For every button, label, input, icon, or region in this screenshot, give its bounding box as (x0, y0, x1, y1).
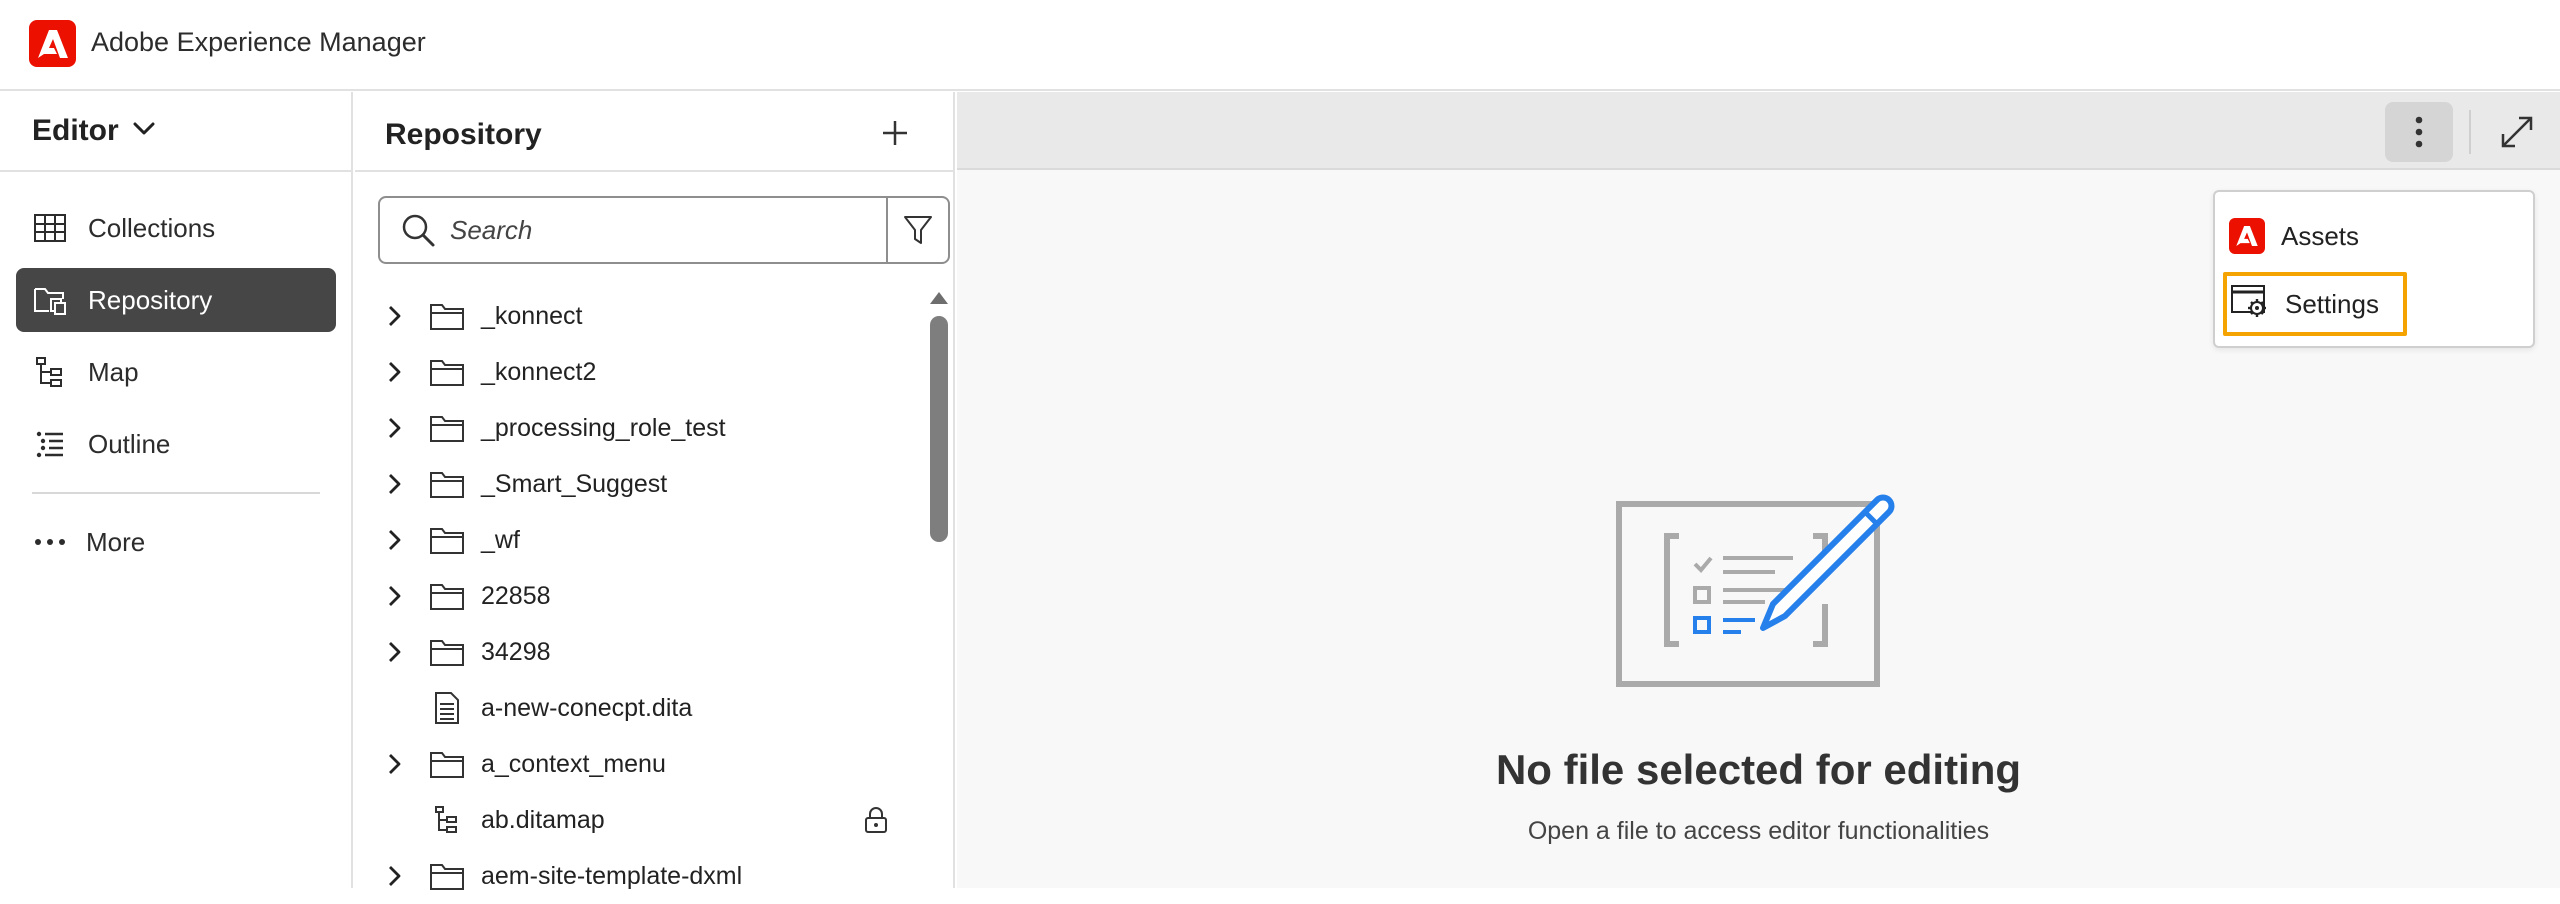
tree-row[interactable]: 22858 (355, 568, 915, 624)
no-file-illustration-icon (1615, 492, 1915, 737)
leftnav-divider (0, 170, 353, 172)
settings-window-icon (2231, 284, 2269, 325)
sidebar-item-repository[interactable]: Repository (16, 268, 336, 332)
tree-item-name: _processing_role_test (481, 413, 726, 442)
sidebar-item-label: Outline (88, 428, 171, 459)
tree-item-name: ab.ditamap (481, 805, 605, 834)
menu-item-label: Settings (2285, 288, 2379, 319)
scrollbar[interactable] (928, 292, 950, 888)
map-tree-icon (32, 354, 68, 390)
left-navigation: Editor Collections Repository Map Outlin… (0, 92, 353, 888)
map-file-icon (429, 803, 465, 837)
tree-item-name: _wf (481, 525, 520, 554)
search-input[interactable] (450, 214, 870, 246)
editor-toolbar (957, 92, 2560, 170)
editor-switcher[interactable]: Editor (32, 114, 155, 148)
repository-icon (32, 282, 68, 318)
folder-icon (429, 299, 465, 333)
chevron-down-icon (133, 122, 155, 141)
folder-icon (429, 467, 465, 501)
tree-row[interactable]: 34298 (355, 624, 915, 680)
tree-item-name: 34298 (481, 637, 551, 666)
sidebar-item-label: Collections (88, 212, 216, 243)
nav-divider (32, 492, 320, 494)
empty-state-title: No file selected for editing (1495, 746, 2022, 793)
tree-row[interactable]: _konnect2 (355, 344, 915, 400)
tree-item-name: _konnect (481, 301, 583, 330)
sidebar-item-label: Repository (88, 284, 213, 315)
empty-state-subtitle: Open a file to access editor functionali… (1527, 817, 1990, 845)
tree-row[interactable]: _processing_role_test (355, 400, 915, 456)
tree-item-name: aem-site-template-dxml (481, 861, 743, 890)
tree-row[interactable]: a_context_menu (355, 736, 915, 792)
folder-icon (429, 635, 465, 669)
repository-divider (355, 170, 955, 172)
chevron-right-icon[interactable] (381, 470, 409, 498)
chevron-right-icon[interactable] (381, 414, 409, 442)
fullscreen-button[interactable] (2487, 102, 2547, 162)
scroll-up-arrow-icon[interactable] (930, 292, 948, 304)
folder-icon (429, 523, 465, 557)
editor-main-area: Assets Settings No file selected for edi… (957, 92, 2560, 888)
more-options-menu: Assets Settings (2213, 190, 2535, 348)
more-options-button[interactable] (2385, 102, 2453, 162)
tree-item-name: a_context_menu (481, 749, 666, 778)
vertical-ellipsis-icon (2415, 116, 2423, 148)
tree-row[interactable]: a-new-conecpt.dita (355, 680, 915, 736)
collections-grid-icon (32, 210, 68, 246)
menu-item-label: Assets (2281, 220, 2360, 251)
chevron-right-icon[interactable] (381, 750, 409, 778)
folder-icon (429, 411, 465, 445)
tree-row[interactable]: _Smart_Suggest (355, 456, 915, 512)
folder-icon (429, 355, 465, 389)
tree-row[interactable]: _wf (355, 512, 915, 568)
sidebar-item-label: More (86, 526, 146, 557)
tree-item-name: _Smart_Suggest (481, 469, 668, 498)
chevron-right-icon[interactable] (381, 582, 409, 610)
sidebar-item-collections[interactable]: Collections (16, 196, 336, 260)
adobe-assets-icon (2229, 218, 2265, 254)
tree-row[interactable]: aem-site-template-dxml (355, 848, 915, 904)
tree-item-name: 22858 (481, 581, 551, 610)
repository-panel: Repository _konnect _konnect2 _processin… (355, 92, 955, 890)
chevron-right-icon[interactable] (381, 526, 409, 554)
chevron-right-icon[interactable] (381, 302, 409, 330)
app-header: Adobe Experience Manager (0, 0, 2560, 91)
ellipsis-icon (32, 524, 68, 560)
editor-switcher-label: Editor (32, 114, 119, 147)
sidebar-item-label: Map (88, 356, 139, 387)
chevron-right-icon[interactable] (381, 862, 409, 890)
tree-item-name: a-new-conecpt.dita (481, 693, 693, 722)
scrollbar-thumb[interactable] (930, 316, 948, 542)
sidebar-item-map[interactable]: Map (16, 340, 336, 404)
chevron-right-icon[interactable] (381, 358, 409, 386)
adobe-logo-icon[interactable] (29, 20, 76, 67)
tree-item-name: _konnect2 (481, 357, 597, 386)
folder-icon (429, 579, 465, 613)
search-icon (400, 212, 436, 248)
menu-item-assets[interactable]: Assets (2223, 204, 2523, 268)
sidebar-item-more[interactable]: More (16, 510, 336, 574)
search-field (378, 196, 888, 264)
filter-button[interactable] (886, 196, 950, 264)
tree-row[interactable]: _konnect (355, 288, 915, 344)
expand-icon (2501, 116, 2533, 148)
toolbar-divider (2469, 110, 2471, 154)
outline-list-icon (32, 426, 68, 462)
repository-title: Repository (385, 118, 542, 151)
folder-icon (429, 747, 465, 781)
filter-icon (904, 216, 932, 244)
app-title: Adobe Experience Manager (91, 27, 426, 57)
menu-item-settings[interactable]: Settings (2223, 272, 2407, 336)
plus-icon (883, 121, 907, 145)
add-button[interactable] (870, 108, 920, 158)
chevron-right-icon[interactable] (381, 638, 409, 666)
lock-icon (861, 805, 891, 835)
document-icon (429, 691, 465, 725)
sidebar-item-outline[interactable]: Outline (16, 412, 336, 476)
tree-row[interactable]: ab.ditamap (355, 792, 915, 848)
